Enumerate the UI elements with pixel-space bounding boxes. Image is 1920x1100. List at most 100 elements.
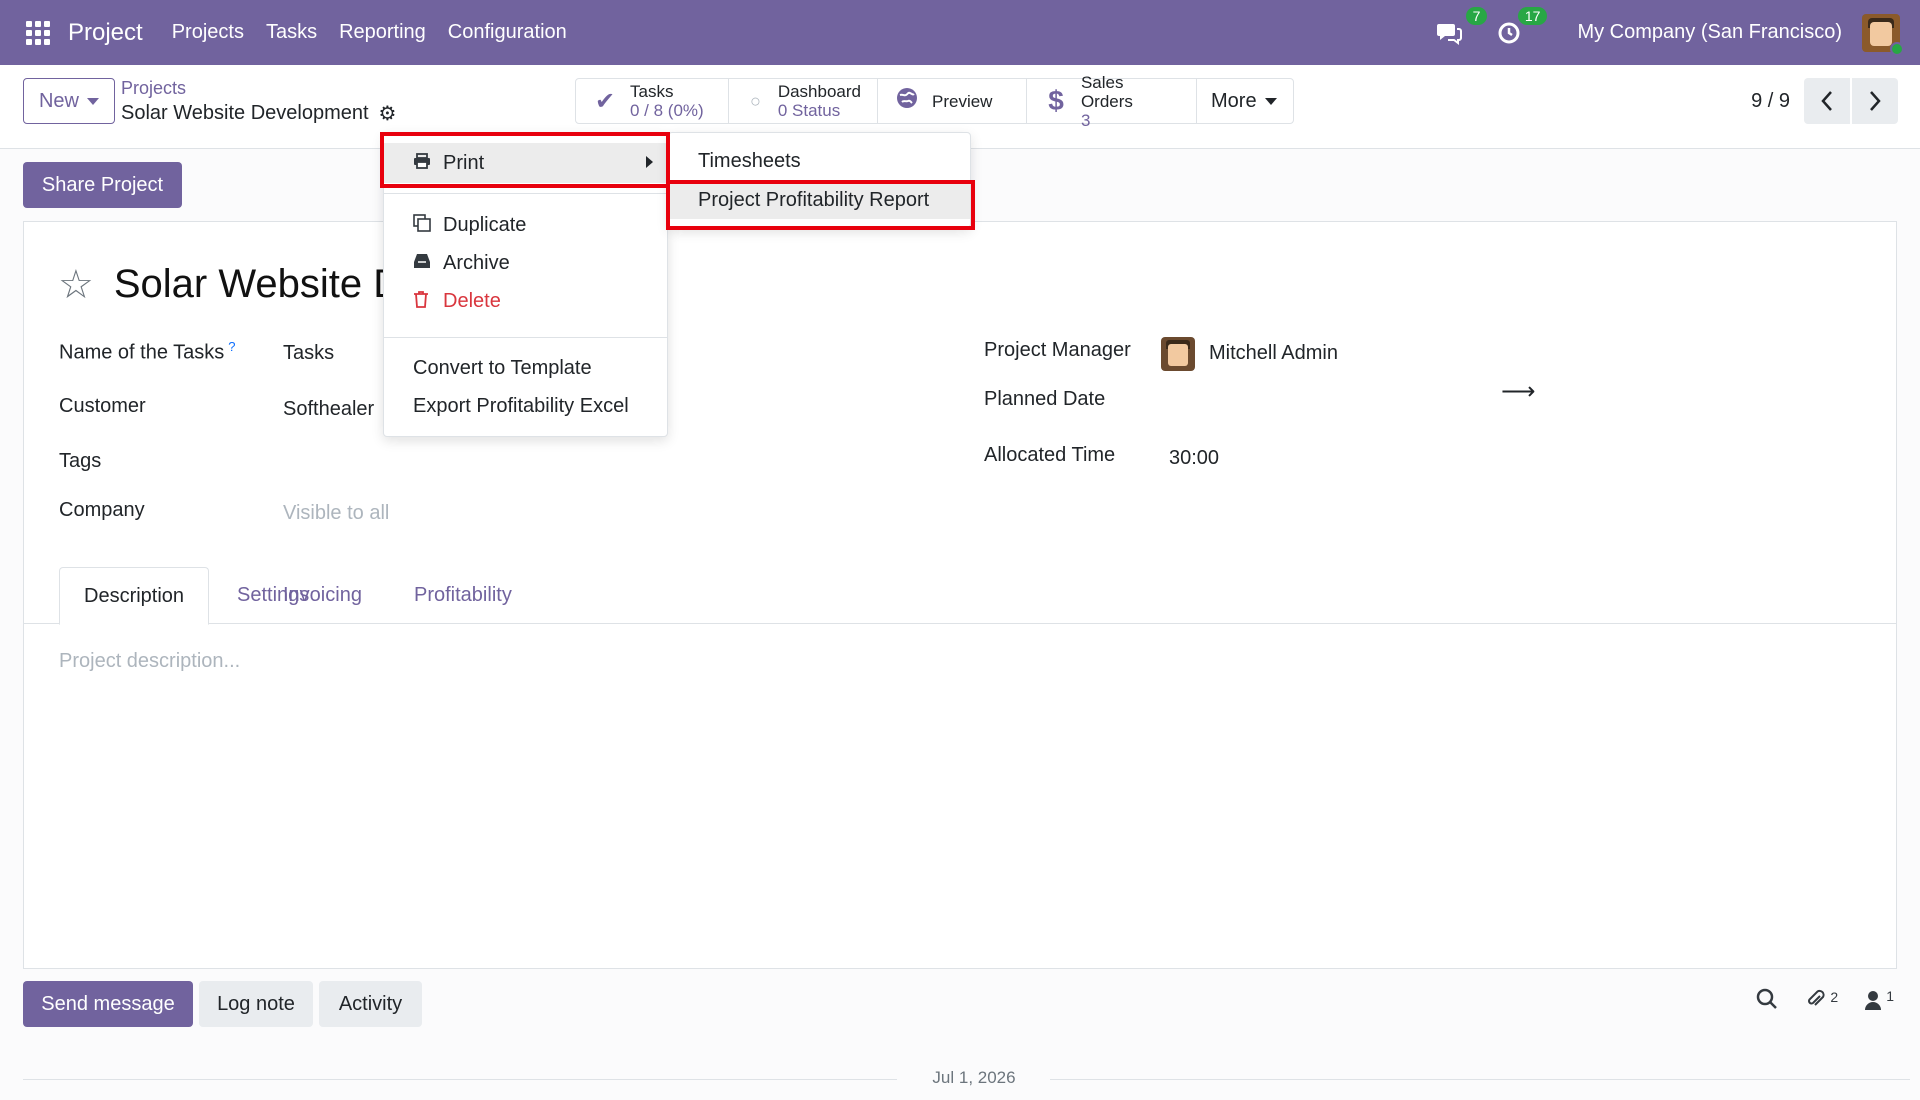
tab-profitability[interactable]: Profitability [390, 567, 536, 624]
breadcrumb-projects[interactable]: Projects [121, 78, 396, 99]
search-icon[interactable] [1756, 988, 1778, 1016]
company-label: Company [59, 499, 145, 521]
menu-project-profitability-report[interactable]: Project Profitability Report [669, 181, 970, 219]
more-button[interactable]: More [1197, 79, 1293, 123]
apps-grid-icon[interactable] [26, 20, 50, 45]
description-editor[interactable]: Project description... [59, 650, 240, 673]
action-menu: Print Duplicate Archive Delete Convert t… [383, 132, 668, 437]
project-manager-label: Project Manager [984, 339, 1131, 361]
tab-invoicing[interactable]: Invoicing [259, 567, 386, 624]
menu-print-label: Print [443, 151, 485, 174]
dashboard-label: Dashboard [777, 82, 861, 101]
activities-clock-icon[interactable]: 17 [1495, 6, 1548, 47]
name-of-tasks-input[interactable]: Tasks [283, 342, 334, 365]
log-note-button[interactable]: Log note [199, 981, 313, 1027]
share-project-button[interactable]: Share Project [23, 162, 182, 208]
pager-value[interactable]: 9 / 9 [1751, 90, 1790, 113]
breadcrumb-current: Solar Website Development ⚙ [121, 101, 396, 126]
gear-icon[interactable]: ⚙ [379, 101, 397, 126]
top-navbar: Project Projects Tasks Reporting Configu… [0, 0, 1920, 65]
arrow-right-icon: ⟶ [1501, 378, 1536, 405]
menu-duplicate-label: Duplicate [443, 213, 527, 236]
title-row: ☆ Solar Website D [58, 262, 402, 307]
preview-smart-button[interactable]: Preview [878, 79, 1027, 123]
menu-delete-label: Delete [443, 289, 501, 312]
company-input[interactable]: Visible to all [283, 502, 389, 525]
menu-convert-to-template[interactable]: Convert to Template [384, 349, 667, 387]
help-tooltip-icon[interactable]: ? [228, 339, 235, 354]
tasks-smart-button[interactable]: ✔ Tasks 0 / 8 (0%) [576, 79, 729, 123]
name-of-tasks-label-text: Name of the Tasks [59, 341, 225, 364]
chevron-right-icon [1870, 91, 1881, 111]
sales-orders-label: Sales Orders [1080, 72, 1133, 111]
tasks-value: 0 / 8 (0%) [630, 101, 704, 120]
dollar-icon: $ [1048, 85, 1064, 116]
chevron-left-icon [1821, 91, 1832, 111]
tasks-label: Tasks [630, 82, 674, 101]
sales-orders-smart-button[interactable]: $ Sales Orders 3 [1027, 73, 1197, 130]
activities-badge: 17 [1517, 6, 1548, 25]
caret-right-icon [646, 156, 653, 168]
sales-orders-value: 3 [1080, 110, 1091, 130]
check-icon: ✔ [594, 87, 616, 115]
company-switcher[interactable]: My Company (San Francisco) [1577, 21, 1842, 44]
chatter-toolbar: 2 1 [1730, 988, 1894, 1016]
pager-next-button[interactable] [1852, 78, 1898, 124]
preview-label: Preview [932, 91, 993, 111]
project-title[interactable]: Solar Website D [114, 262, 402, 307]
messages-icon[interactable]: 7 [1435, 6, 1488, 47]
menu-delete[interactable]: Delete [384, 282, 667, 320]
activity-button[interactable]: Activity [319, 981, 422, 1027]
allocated-time-input[interactable]: 30:00 [1169, 447, 1219, 470]
menu-archive-label: Archive [443, 251, 510, 274]
manager-avatar [1161, 337, 1195, 371]
breadcrumb: Projects Solar Website Development ⚙ [121, 78, 396, 126]
copy-icon [413, 213, 437, 237]
menu-timesheets[interactable]: Timesheets [669, 142, 970, 180]
tags-label: Tags [59, 450, 102, 472]
trash-icon [413, 290, 437, 313]
dashboard-smart-button[interactable]: ○ Dashboard 0 Status [729, 79, 878, 123]
more-label: More [1211, 89, 1257, 112]
nav-reporting[interactable]: Reporting [339, 21, 426, 44]
form-sheet: ☆ Solar Website D Name of the Tasks? Tas… [23, 221, 1897, 969]
favorite-star-icon[interactable]: ☆ [58, 265, 94, 305]
attachments-paperclip-icon[interactable]: 2 [1804, 988, 1838, 1016]
followers-user-icon[interactable]: 1 [1864, 988, 1894, 1015]
nav-projects[interactable]: Projects [172, 21, 244, 44]
project-manager-input[interactable]: Mitchell Admin [1209, 342, 1338, 365]
pager-previous-button[interactable] [1804, 78, 1850, 124]
date-separator: Jul 1, 2026 [23, 1068, 1910, 1090]
nav-tasks[interactable]: Tasks [266, 21, 317, 44]
planned-date-label: Planned Date [984, 388, 1106, 410]
online-status-icon [1890, 41, 1904, 56]
caret-down-icon [87, 97, 99, 105]
dashboard-value: 0 Status [777, 101, 841, 120]
customer-label: Customer [59, 395, 146, 417]
messages-badge: 7 [1465, 6, 1488, 25]
customer-input[interactable]: Softhealer [283, 398, 374, 421]
caret-down-icon [1264, 97, 1277, 105]
user-avatar[interactable] [1862, 13, 1904, 56]
app-name[interactable]: Project [68, 19, 143, 47]
tab-description[interactable]: Description [59, 567, 210, 625]
nav-configuration[interactable]: Configuration [448, 21, 567, 44]
new-button-label: New [38, 89, 79, 112]
globe-icon [894, 86, 920, 117]
name-of-tasks-label: Name of the Tasks? [59, 339, 236, 365]
planned-date-start-input[interactable] [1169, 388, 1489, 414]
attachments-count: 2 [1830, 988, 1839, 1005]
print-submenu: Timesheets Project Profitability Report [668, 132, 971, 228]
send-message-button[interactable]: Send message [23, 981, 193, 1027]
notebook-tabs: Description Settings Invoicing Profitabi… [24, 567, 1896, 625]
planned-date-end-input[interactable] [1534, 388, 1854, 414]
tags-input[interactable] [283, 450, 983, 476]
menu-duplicate[interactable]: Duplicate [384, 206, 667, 244]
archive-inbox-icon [413, 253, 437, 274]
new-button[interactable]: New [23, 78, 115, 124]
menu-export-profitability-excel[interactable]: Export Profitability Excel [384, 387, 667, 425]
smart-button-box: ✔ Tasks 0 / 8 (0%) ○ Dashboard 0 Status … [575, 73, 1294, 130]
menu-archive[interactable]: Archive [384, 244, 667, 282]
menu-print[interactable]: Print [384, 143, 667, 183]
allocated-time-label: Allocated Time [984, 444, 1116, 466]
